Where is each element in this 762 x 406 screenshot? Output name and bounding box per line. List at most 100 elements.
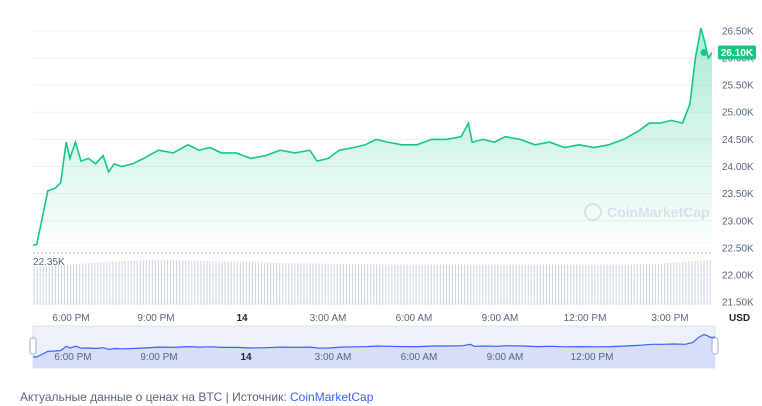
volume-bar	[294, 263, 296, 305]
volume-bar	[615, 264, 617, 305]
volume-bar	[670, 262, 672, 305]
volume-bar	[403, 264, 405, 305]
volume-bar	[136, 260, 138, 305]
volume-bar	[457, 264, 460, 305]
volume-bar	[339, 263, 341, 305]
volume-bar	[309, 263, 311, 305]
volume-bar	[321, 263, 323, 305]
volume-bar	[245, 262, 247, 305]
volume-bar	[130, 260, 132, 305]
volume-bar	[330, 263, 332, 305]
volume-bar	[473, 264, 475, 305]
volume-bar	[367, 264, 369, 305]
volume-bar	[633, 264, 635, 305]
volume-bar	[82, 263, 84, 305]
volume-bar	[242, 261, 244, 305]
volume-bar	[69, 264, 72, 305]
volume-bar	[54, 265, 56, 305]
start-price-label: 22.35K	[33, 257, 65, 268]
volume-bar	[691, 261, 693, 305]
volume-bar	[127, 260, 129, 305]
volume-bar	[39, 266, 41, 305]
volume-bar	[370, 264, 372, 305]
volume-bar	[76, 264, 78, 305]
volume-bar	[527, 264, 529, 305]
x-axis: 6:00 PM 9:00 PM 14 3:00 AM 6:00 AM 9:00 AM 12:…	[52, 313, 688, 324]
volume-bar	[642, 264, 644, 305]
range-navigator[interactable]: 6:00 PM 9:00 PM 14 3:00 AM 6:00 AM 9:00 AM 12:…	[29, 325, 719, 369]
volume-bar	[558, 264, 560, 305]
navigator-tick-label: 9:00 PM	[140, 352, 177, 363]
volume-bar	[391, 264, 393, 305]
volume-bar	[606, 264, 608, 305]
volume-bar	[548, 264, 551, 305]
volume-bar	[539, 264, 541, 305]
volume-bar	[591, 264, 593, 305]
volume-bar	[685, 261, 687, 305]
volume-bar	[345, 263, 347, 305]
volume-bar	[448, 264, 450, 305]
volume-bar	[282, 262, 284, 305]
volume-bar	[536, 264, 538, 305]
volume-bar	[209, 261, 211, 305]
volume-bar	[276, 262, 278, 305]
volume-bar	[63, 264, 66, 305]
caption-source-link[interactable]: CoinMarketCap	[290, 390, 373, 404]
volume-bar	[433, 264, 435, 305]
volume-bar	[648, 263, 651, 305]
volume-bar	[115, 261, 117, 305]
volume-bar	[106, 261, 108, 305]
volume-bar	[166, 260, 169, 305]
volume-bar	[97, 262, 99, 305]
volume-bar	[109, 261, 111, 305]
btc-price-chart[interactable]: 22.35K CoinMarketCap 26.50K26.00K25.50K2…	[0, 0, 762, 406]
chart-caption: Актуальные данные о ценах на BTC | Источ…	[20, 390, 373, 404]
navigator-left-handle[interactable]	[29, 337, 37, 355]
volume-bar	[154, 260, 156, 305]
volume-bar	[621, 264, 623, 305]
volume-bar	[542, 264, 544, 305]
volume-bar	[454, 264, 457, 305]
volume-bar	[394, 264, 396, 305]
volume-bar	[397, 264, 399, 305]
volume-bar	[385, 264, 387, 305]
volume-bar	[679, 262, 681, 305]
volume-bar	[518, 264, 520, 305]
volume-bar	[354, 263, 357, 305]
volume-bar	[461, 264, 463, 305]
y-tick-label: 25.50K	[722, 81, 754, 92]
y-tick-label: 25.00K	[722, 108, 754, 119]
volume-bar	[212, 261, 214, 305]
y-tick-label: 22.00K	[722, 271, 754, 282]
volume-bar	[342, 263, 344, 305]
x-tick-label: 9:00 AM	[482, 313, 519, 324]
volume-bar	[124, 261, 126, 305]
volume-bar	[60, 264, 62, 305]
volume-bar	[303, 263, 305, 305]
volume-bar	[279, 262, 281, 305]
volume-bar	[163, 260, 166, 305]
volume-bar	[406, 264, 408, 305]
volume-bar	[263, 262, 266, 305]
volume-bar	[451, 264, 454, 305]
volume-bar	[36, 266, 38, 305]
volume-bar	[197, 260, 199, 305]
volume-bar	[57, 265, 59, 305]
volume-bar	[509, 264, 511, 305]
volume-bar	[251, 262, 253, 305]
navigator-right-handle[interactable]	[711, 337, 719, 355]
volume-bar	[200, 260, 202, 305]
volume-bar	[312, 263, 314, 305]
navigator-tick-label: 6:00 AM	[401, 352, 438, 363]
volume-bar	[561, 264, 563, 305]
volume-bar	[439, 264, 441, 305]
volume-bar	[203, 260, 205, 305]
volume-bar	[664, 263, 666, 305]
volume-bar	[424, 264, 426, 305]
volume-bar	[121, 261, 123, 305]
volume-bar	[66, 264, 69, 305]
volume-bar	[364, 264, 366, 305]
volume-bar	[333, 263, 335, 305]
volume-bar	[233, 261, 235, 305]
volume-bar	[348, 263, 350, 305]
